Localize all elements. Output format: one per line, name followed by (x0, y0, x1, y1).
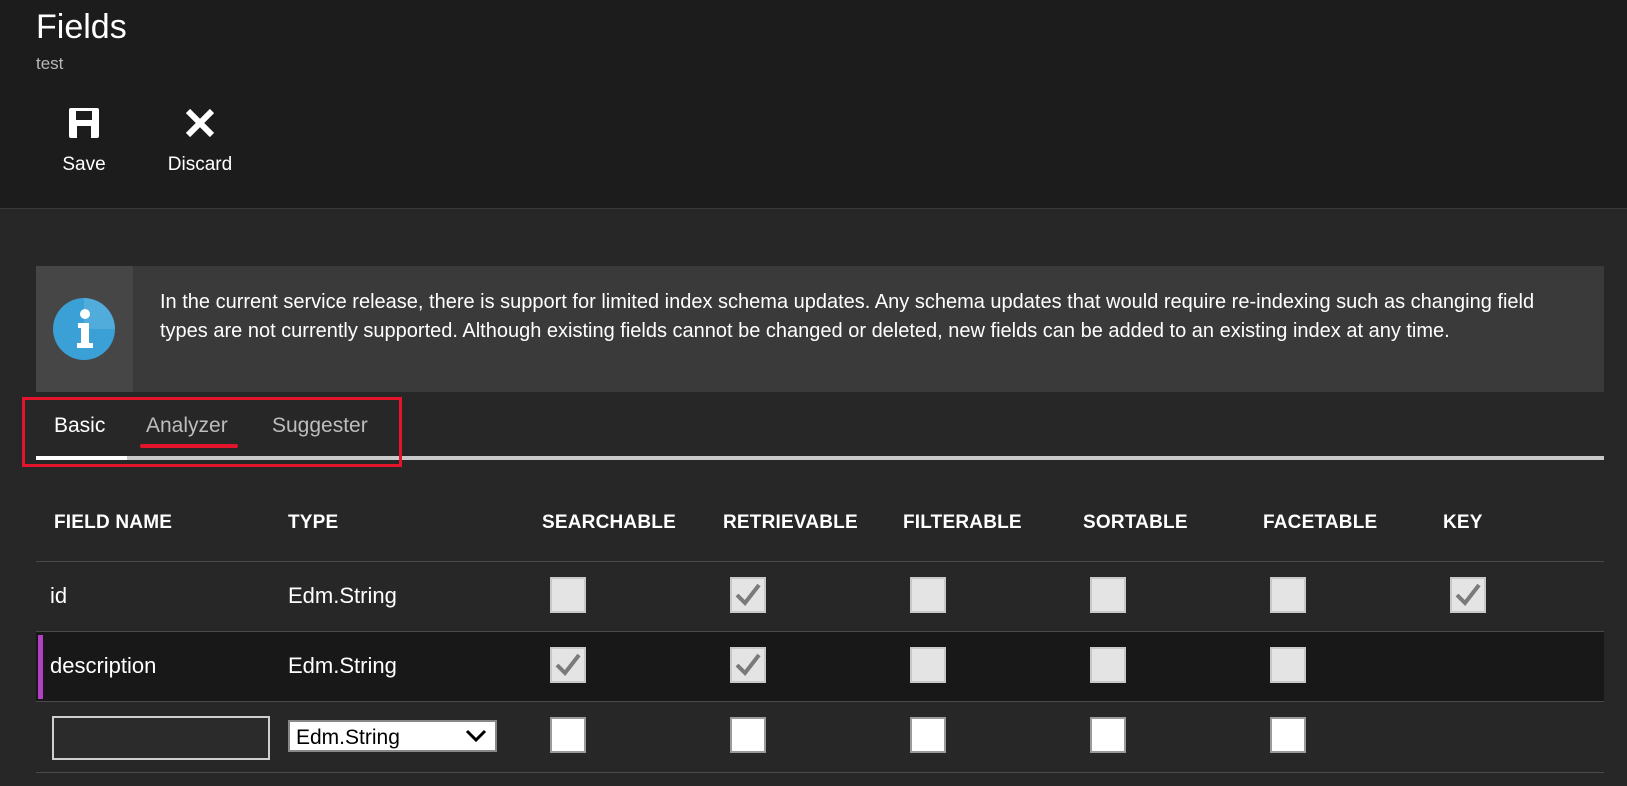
highlight-box (22, 397, 402, 467)
sortable-checkbox[interactable] (1090, 577, 1126, 613)
page-subtitle: test (36, 54, 64, 73)
new-field-name-input[interactable] (52, 716, 270, 760)
new-filterable-checkbox[interactable] (910, 717, 946, 753)
facetable-checkbox[interactable] (1270, 577, 1306, 613)
save-icon (34, 106, 134, 146)
new-retrievable-checkbox[interactable] (730, 717, 766, 753)
field-name-cell: description (50, 653, 157, 678)
save-button[interactable]: Save (34, 106, 134, 176)
checkmark-icon (1455, 583, 1481, 607)
discard-label: Discard (167, 154, 233, 175)
filterable-checkbox[interactable] (910, 647, 946, 683)
discard-button[interactable]: Discard (150, 106, 250, 176)
checkmark-icon (735, 583, 761, 607)
info-banner: In the current service release, there is… (36, 266, 1604, 392)
chevron-down-icon (465, 728, 487, 749)
table-row[interactable]: description Edm.String (36, 631, 1604, 702)
key-checkbox[interactable] (1450, 577, 1486, 613)
info-icon (53, 298, 115, 360)
new-field-type-select[interactable]: Edm.String (288, 720, 497, 752)
new-sortable-checkbox[interactable] (1090, 717, 1126, 753)
table-row[interactable]: id Edm.String (36, 561, 1604, 632)
type-select-value: Edm.String (296, 726, 400, 749)
page-title: Fields (36, 8, 127, 46)
column-header-sortable: SORTABLE (1083, 512, 1188, 533)
column-header-facetable: FACETABLE (1263, 512, 1378, 533)
column-header-key: KEY (1443, 512, 1483, 533)
checkmark-icon (735, 653, 761, 677)
new-searchable-checkbox[interactable] (550, 717, 586, 753)
close-icon (150, 106, 250, 146)
blade-header: Fields test Save Discard (0, 0, 1627, 209)
new-facetable-checkbox[interactable] (1270, 717, 1306, 753)
info-icon-box (36, 266, 133, 392)
highlight-underline (140, 444, 238, 448)
new-field-row: Edm.String (36, 701, 1604, 773)
sortable-checkbox[interactable] (1090, 647, 1126, 683)
column-header-type: TYPE (288, 512, 339, 533)
column-header-retrievable: RETRIEVABLE (723, 512, 858, 533)
retrievable-checkbox[interactable] (730, 577, 766, 613)
searchable-checkbox[interactable] (550, 577, 586, 613)
searchable-checkbox[interactable] (550, 647, 586, 683)
column-header-filterable: FILTERABLE (903, 512, 1022, 533)
save-label: Save (62, 154, 106, 175)
filterable-checkbox[interactable] (910, 577, 946, 613)
column-header-field-name: FIELD NAME (54, 512, 173, 533)
selected-row-indicator (38, 635, 43, 699)
info-text: In the current service release, there is… (160, 291, 1535, 342)
field-name-cell: id (50, 583, 68, 608)
retrievable-checkbox[interactable] (730, 647, 766, 683)
facetable-checkbox[interactable] (1270, 647, 1306, 683)
column-header-searchable: SEARCHABLE (542, 512, 676, 533)
checkmark-icon (555, 653, 581, 677)
field-type-cell: Edm.String (288, 653, 397, 678)
field-type-cell: Edm.String (288, 583, 397, 608)
